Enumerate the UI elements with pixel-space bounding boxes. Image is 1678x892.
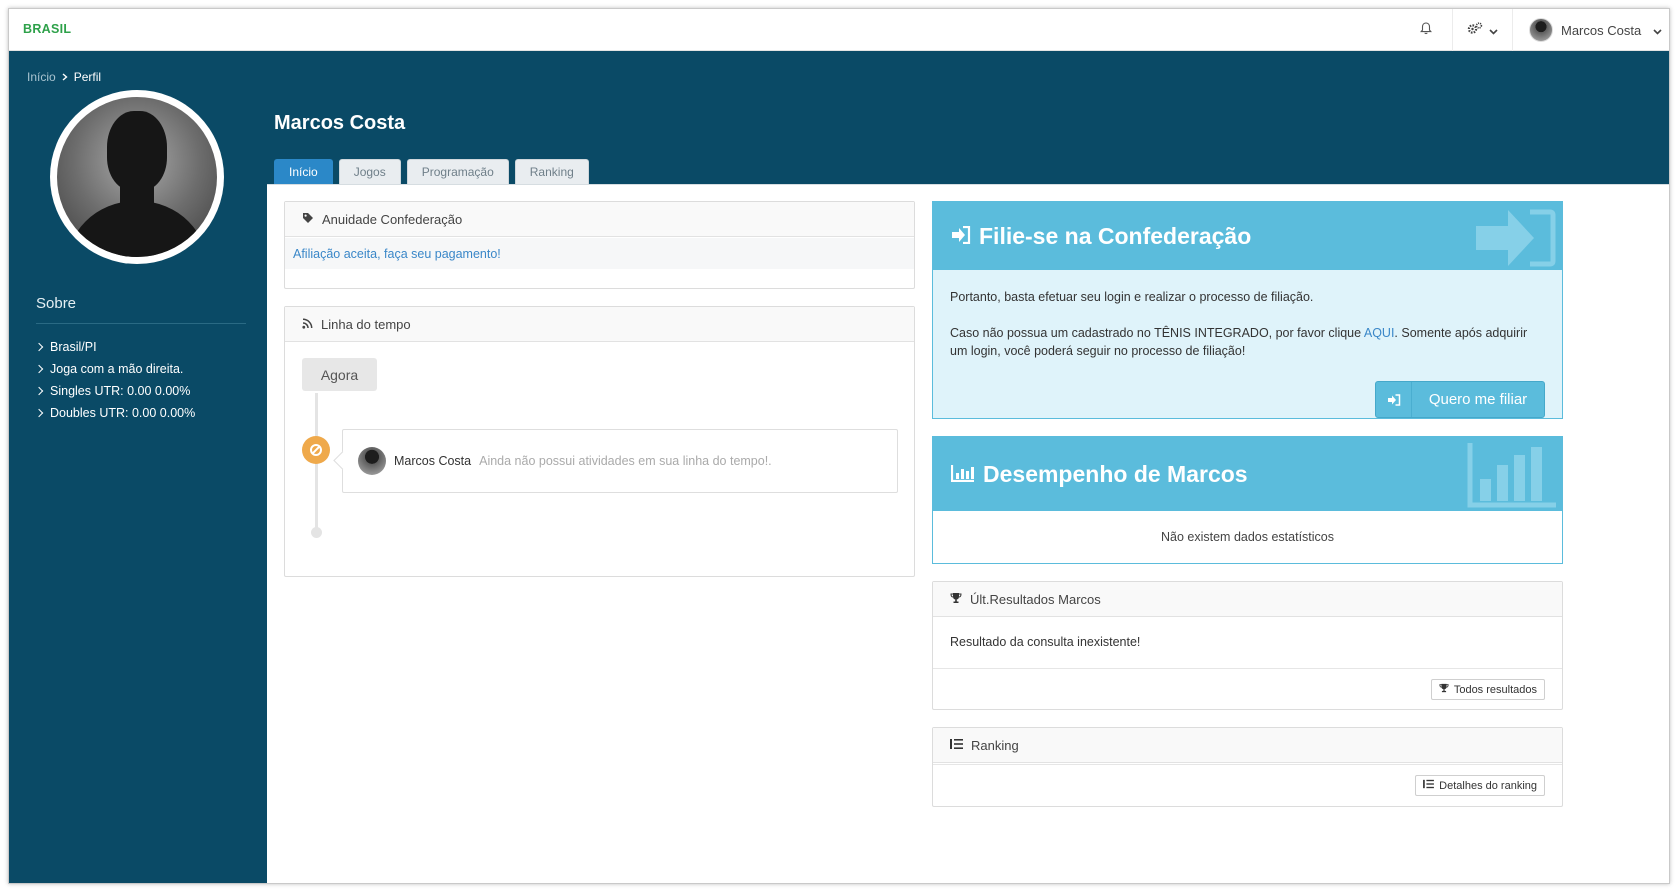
- panel-title: Anuidade Confederação: [322, 211, 463, 227]
- timeline-panel: Linha do tempo Agora Marcos Costa Ainda …: [284, 306, 915, 577]
- resultados-panel: Últ.Resultados Marcos Resultado da consu…: [932, 581, 1563, 710]
- desempenho-panel: Desempenho de Marcos Não existem dados e…: [932, 436, 1563, 564]
- about-item-singles-utr: Singles UTR: 0.00 0.00%: [34, 380, 195, 402]
- panel-footer: Todos resultados: [933, 669, 1562, 710]
- panel-footer: Detalhes do ranking: [933, 764, 1562, 808]
- chevron-down-icon: [1653, 23, 1662, 38]
- all-results-button[interactable]: Todos resultados: [1430, 679, 1545, 700]
- avatar: [358, 447, 386, 475]
- app-window: BRASIL Marcos Costa Início Perfil Sobre …: [8, 8, 1670, 884]
- timeline-entry-text: Ainda não possui atividades em sua linha…: [479, 454, 772, 468]
- gears-icon: [1467, 22, 1483, 38]
- panel-header: Últ.Resultados Marcos: [933, 582, 1562, 617]
- timeline-entry: Marcos Costa Ainda não possui atividades…: [342, 429, 898, 493]
- user-menu[interactable]: Marcos Costa: [1512, 9, 1669, 51]
- chevron-right-icon: [34, 408, 44, 418]
- filiar-button-label: Quero me filiar: [1428, 391, 1528, 408]
- timeline-now-label: Agora: [302, 358, 377, 391]
- notifications-button[interactable]: [1400, 9, 1452, 51]
- panel-header: Linha do tempo: [285, 307, 914, 342]
- settings-dropdown[interactable]: [1452, 9, 1512, 51]
- sign-in-icon: [1474, 208, 1556, 274]
- filie-text: Portanto, basta efetuar seu login e real…: [950, 290, 1314, 304]
- timeline-marker: [302, 436, 330, 464]
- about-item-doubles-utr: Doubles UTR: 0.00 0.00%: [34, 402, 195, 424]
- all-results-label: Todos resultados: [1453, 683, 1537, 696]
- desempenho-empty: Não existem dados estatísticos: [1161, 530, 1334, 544]
- tab-jogos[interactable]: Jogos: [338, 159, 401, 184]
- panel-title: Últ.Resultados Marcos: [970, 591, 1101, 607]
- profile-tabs: Início Jogos Programação Ranking: [274, 159, 589, 184]
- sign-in-icon: [1376, 382, 1412, 417]
- breadcrumb-current: Perfil: [73, 70, 102, 84]
- bar-chart-icon: [1466, 441, 1558, 515]
- bar-chart-icon: [950, 461, 975, 488]
- profile-sidebar: Início Perfil Sobre Brasil/PI Joga com a…: [9, 52, 267, 883]
- chevron-right-icon: [62, 70, 68, 84]
- anuidade-panel: Anuidade Confederação Afiliação aceita, …: [284, 201, 915, 289]
- sign-in-icon: [951, 223, 971, 250]
- profile-picture: [50, 90, 224, 264]
- anuidade-message-row: Afiliação aceita, faça seu pagamento!: [285, 238, 914, 269]
- about-item-location: Brasil/PI: [34, 336, 195, 358]
- page-title: Marcos Costa: [274, 112, 406, 134]
- chevron-right-icon: [34, 342, 44, 352]
- filiar-button[interactable]: Quero me filiar: [1375, 381, 1545, 418]
- panel-title: Filie-se na Confederação: [979, 222, 1252, 249]
- panel-header: Desempenho de Marcos: [933, 437, 1562, 511]
- list-ol-icon: [950, 738, 963, 753]
- breadcrumb: Início Perfil: [27, 70, 101, 84]
- chevron-right-icon: [34, 386, 44, 396]
- about-list: Brasil/PI Joga com a mão direita. Single…: [34, 336, 195, 424]
- list-ol-icon: [1423, 779, 1435, 792]
- ranking-details-button[interactable]: Detalhes do ranking: [1415, 775, 1545, 796]
- main-content: Anuidade Confederação Afiliação aceita, …: [267, 184, 1669, 883]
- trophy-icon: [1439, 683, 1449, 696]
- filie-panel: Filie-se na Confederação Portanto, basta…: [932, 201, 1563, 419]
- payment-link[interactable]: Afiliação aceita, faça seu pagamento!: [293, 247, 501, 261]
- rss-icon: [302, 317, 313, 332]
- chevron-right-icon: [34, 364, 44, 374]
- bell-icon: [1420, 22, 1432, 38]
- breadcrumb-home[interactable]: Início: [27, 70, 56, 84]
- tab-inicio[interactable]: Início: [274, 159, 333, 184]
- tab-ranking[interactable]: Ranking: [514, 159, 589, 184]
- trophy-icon: [950, 592, 962, 607]
- avatar: [1529, 18, 1553, 42]
- chevron-down-icon: [1489, 23, 1498, 38]
- ranking-panel: Ranking Detalhes do ranking: [932, 727, 1563, 807]
- panel-header: Ranking: [933, 728, 1562, 763]
- ranking-details-label: Detalhes do ranking: [1439, 779, 1537, 792]
- panel-header: Anuidade Confederação: [285, 202, 914, 237]
- timeline-entry-user: Marcos Costa: [394, 454, 472, 468]
- tag-icon: [302, 212, 314, 227]
- panel-title: Linha do tempo: [321, 316, 411, 332]
- ban-icon: [310, 444, 322, 456]
- filie-body: Portanto, basta efetuar seu login e real…: [933, 270, 1562, 378]
- user-silhouette-icon: [57, 97, 217, 257]
- panel-title: Desempenho de Marcos: [983, 460, 1248, 487]
- register-link[interactable]: AQUI: [1364, 326, 1395, 340]
- top-navbar: BRASIL Marcos Costa: [9, 9, 1669, 51]
- about-title: Sobre: [36, 295, 77, 312]
- tab-programacao[interactable]: Programação: [406, 159, 509, 184]
- filie-text-register: Caso não possua um cadastrado no TÊNIS I…: [950, 326, 1528, 358]
- brand-logo[interactable]: BRASIL: [23, 22, 71, 36]
- user-name: Marcos Costa: [1561, 22, 1642, 38]
- divider: [36, 323, 246, 324]
- panel-header: Filie-se na Confederação: [933, 202, 1562, 270]
- resultados-message: Resultado da consulta inexistente!: [933, 617, 1562, 669]
- about-item-hand: Joga com a mão direita.: [34, 358, 195, 380]
- panel-title: Ranking: [971, 737, 1019, 753]
- timeline-end-dot: [311, 527, 322, 538]
